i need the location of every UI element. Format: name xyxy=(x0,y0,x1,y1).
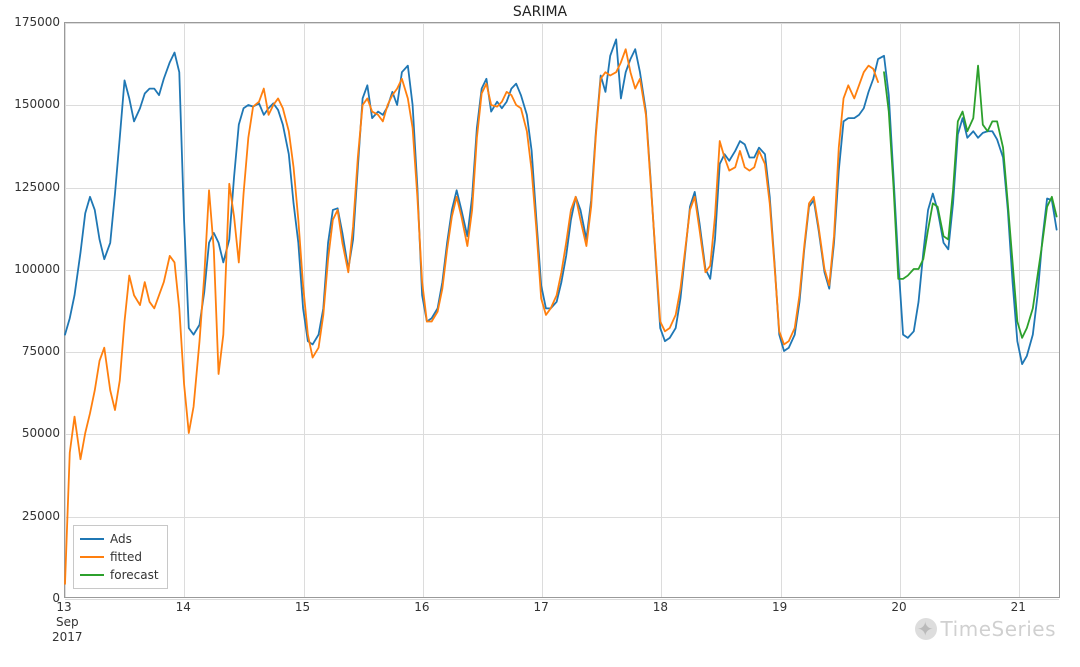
x-tick-label: 16 xyxy=(402,600,442,614)
legend-label: fitted xyxy=(110,550,142,564)
gridline-horizontal xyxy=(65,599,1059,600)
x-tick-label: 14 xyxy=(163,600,203,614)
x-tick-label: 21 xyxy=(998,600,1038,614)
legend-label: forecast xyxy=(110,568,159,582)
watermark-icon: ✦ xyxy=(915,618,937,640)
x-tick-label: 13 xyxy=(44,600,84,614)
y-tick-label: 175000 xyxy=(8,15,60,29)
series-forecast xyxy=(884,66,1057,338)
x-tick-label: 17 xyxy=(521,600,561,614)
series-ads xyxy=(65,39,1057,364)
watermark: ✦ TimeSeries xyxy=(915,617,1056,641)
y-tick-label: 100000 xyxy=(8,262,60,276)
y-tick-label: 25000 xyxy=(8,509,60,523)
x-tick-label: 19 xyxy=(760,600,800,614)
x-tick-label: 18 xyxy=(640,600,680,614)
y-tick-label: 125000 xyxy=(8,180,60,194)
legend-swatch xyxy=(80,556,104,558)
legend: Ads fitted forecast xyxy=(73,525,168,589)
legend-swatch xyxy=(80,574,104,576)
legend-swatch xyxy=(80,538,104,540)
x-axis-year-label: 2017 xyxy=(52,630,83,644)
legend-label: Ads xyxy=(110,532,132,546)
y-tick-label: 150000 xyxy=(8,97,60,111)
legend-item-forecast: forecast xyxy=(80,566,159,584)
y-tick-label: 75000 xyxy=(8,344,60,358)
series-fitted xyxy=(65,49,878,584)
plot-area: Ads fitted forecast xyxy=(64,22,1060,598)
legend-item-ads: Ads xyxy=(80,530,159,548)
x-axis-month-label: Sep xyxy=(56,615,79,629)
y-tick-label: 50000 xyxy=(8,426,60,440)
x-tick-label: 15 xyxy=(283,600,323,614)
chart-container: SARIMA 025000500007500010000012500015000… xyxy=(0,0,1080,667)
legend-item-fitted: fitted xyxy=(80,548,159,566)
x-tick-label: 20 xyxy=(879,600,919,614)
chart-title: SARIMA xyxy=(0,4,1080,20)
watermark-text: TimeSeries xyxy=(941,617,1056,641)
series-layer xyxy=(65,23,1059,597)
